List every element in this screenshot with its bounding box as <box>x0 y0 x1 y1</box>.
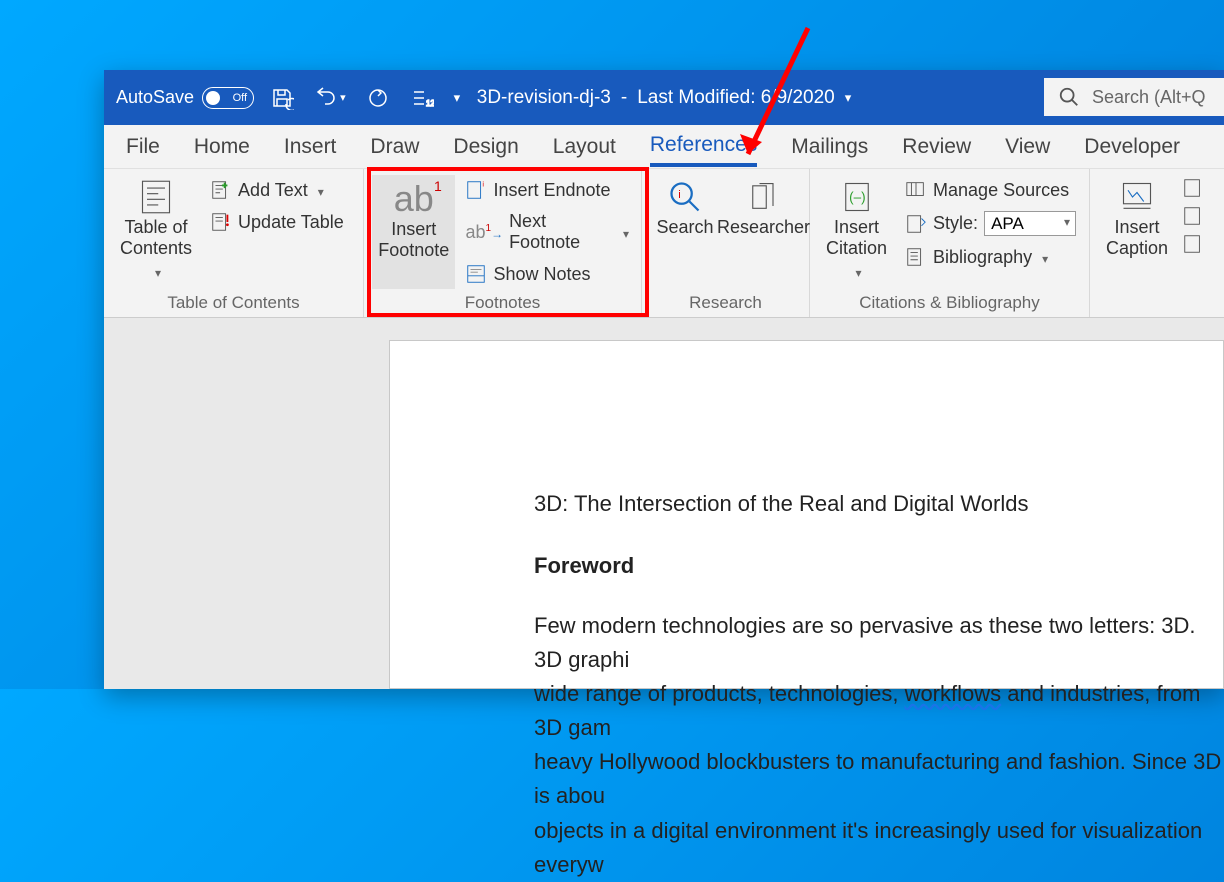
document-canvas[interactable]: 3D: The Intersection of the Real and Dig… <box>104 318 1224 689</box>
group-label-citations: Citations & Bibliography <box>818 289 1081 313</box>
manage-sources-icon <box>905 179 927 201</box>
group-label-footnotes: Footnotes <box>372 289 633 313</box>
style-dropdown[interactable]: APA <box>984 211 1076 236</box>
autosave-toggle[interactable]: Off <box>202 87 254 109</box>
insert-caption-button[interactable]: Insert Caption <box>1098 175 1176 313</box>
undo-icon <box>314 86 338 110</box>
svg-text:i: i <box>483 179 485 188</box>
caption-icon <box>1119 179 1155 215</box>
researcher-icon <box>746 179 782 215</box>
tab-review[interactable]: Review <box>902 129 971 165</box>
update-table-button[interactable]: Update Table <box>206 209 348 235</box>
page[interactable]: 3D: The Intersection of the Real and Dig… <box>389 340 1224 689</box>
table-of-contents-button[interactable]: Table of Contents <box>112 175 200 289</box>
save-icon[interactable] <box>270 86 294 110</box>
endnote-icon: i <box>465 179 487 201</box>
update-table-icon <box>210 211 232 233</box>
insert-citation-button[interactable]: (–) Insert Citation <box>818 175 895 289</box>
search-research-icon: i <box>667 179 703 215</box>
group-citations: (–) Insert Citation Manage Sources Style… <box>810 169 1090 317</box>
insert-footnote-button[interactable]: ab1 Insert Footnote <box>372 175 455 289</box>
tab-view[interactable]: View <box>1005 129 1050 165</box>
qat-customize[interactable]: ▾ <box>454 90 461 106</box>
tab-developer[interactable]: Developer <box>1084 129 1180 165</box>
line-numbering-icon[interactable]: 123 <box>410 86 434 110</box>
citation-icon: (–) <box>839 179 875 215</box>
undo-button[interactable]: ▾ <box>314 86 346 110</box>
word-window: AutoSave Off ▾ 123 ▾ 3D-revision-dj-3 - … <box>104 70 1224 689</box>
tab-mailings[interactable]: Mailings <box>791 129 868 165</box>
search-box[interactable]: Search (Alt+Q <box>1044 78 1224 116</box>
tab-file[interactable]: File <box>126 129 160 165</box>
next-footnote-icon: ab1→ <box>465 222 503 243</box>
doc-heading-foreword[interactable]: Foreword <box>534 553 1223 579</box>
tab-insert[interactable]: Insert <box>284 129 337 165</box>
next-footnote-button[interactable]: ab1→ Next Footnote <box>461 209 633 255</box>
cross-ref-icon[interactable] <box>1182 233 1204 255</box>
style-selector[interactable]: Style: APA <box>901 209 1080 238</box>
bibliography-button[interactable]: Bibliography <box>901 244 1080 270</box>
autosave-label: AutoSave <box>116 87 194 108</box>
show-notes-button[interactable]: Show Notes <box>461 261 633 287</box>
search-icon <box>1058 86 1080 108</box>
tab-design[interactable]: Design <box>453 129 518 165</box>
ribbon: Table of Contents Add Text Update Table … <box>104 169 1224 318</box>
ribbon-tabs: File Home Insert Draw Design Layout Refe… <box>104 125 1224 169</box>
redo-icon[interactable] <box>366 86 390 110</box>
footnote-ab-icon: ab1 <box>394 181 434 217</box>
autosave-control[interactable]: AutoSave Off <box>116 87 254 109</box>
table-figures-icon[interactable] <box>1182 177 1204 199</box>
spelling-flag[interactable]: workflows <box>905 681 1002 706</box>
group-label-research: Research <box>650 289 801 313</box>
add-text-button[interactable]: Add Text <box>206 177 348 203</box>
group-captions: Insert Caption <box>1090 169 1224 317</box>
group-footnotes: ab1 Insert Footnote i Insert Endnote ab1… <box>364 169 642 317</box>
doc-title-line[interactable]: 3D: The Intersection of the Real and Dig… <box>534 491 1223 517</box>
quick-access-toolbar: ▾ 123 ▾ <box>270 86 460 110</box>
doc-paragraph[interactable]: Few modern technologies are so pervasive… <box>534 609 1223 882</box>
group-label-toc: Table of Contents <box>112 289 355 313</box>
search-button[interactable]: i Search <box>650 175 720 289</box>
svg-text:(–): (–) <box>849 190 866 205</box>
svg-text:i: i <box>678 189 681 201</box>
tab-references[interactable]: References <box>650 127 757 167</box>
bibliography-icon <box>905 246 927 268</box>
insert-endnote-button[interactable]: i Insert Endnote <box>461 177 633 203</box>
update-captions-icon[interactable] <box>1182 205 1204 227</box>
svg-text:123: 123 <box>426 99 434 108</box>
toc-icon <box>138 179 174 215</box>
show-notes-icon <box>465 263 487 285</box>
tab-draw[interactable]: Draw <box>370 129 419 165</box>
style-icon <box>905 213 927 235</box>
researcher-button[interactable]: Researcher <box>726 175 801 289</box>
group-table-of-contents: Table of Contents Add Text Update Table … <box>104 169 364 317</box>
group-research: i Search Researcher Research <box>642 169 810 317</box>
search-placeholder: Search (Alt+Q <box>1092 87 1206 108</box>
tab-home[interactable]: Home <box>194 129 250 165</box>
captions-extra <box>1182 175 1204 313</box>
titlebar: AutoSave Off ▾ 123 ▾ 3D-revision-dj-3 - … <box>104 70 1224 125</box>
add-text-icon <box>210 179 232 201</box>
document-title[interactable]: 3D-revision-dj-3 - Last Modified: 6/9/20… <box>477 87 852 109</box>
tab-layout[interactable]: Layout <box>553 129 616 165</box>
manage-sources-button[interactable]: Manage Sources <box>901 177 1080 203</box>
